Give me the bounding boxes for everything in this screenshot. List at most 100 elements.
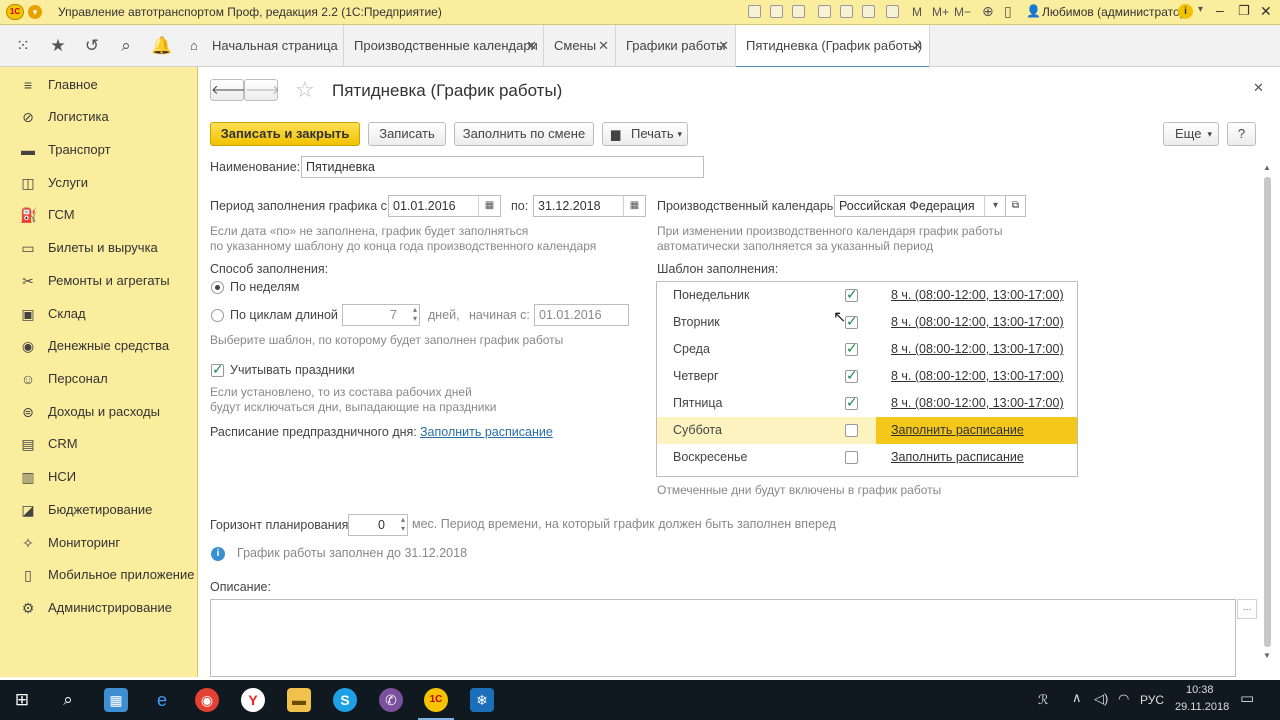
sidebar-item-income[interactable]: ⊜ Доходы и расходы (0, 396, 198, 428)
apps-grid-icon[interactable]: ⁙ (13, 36, 33, 56)
sidebar-item-money[interactable]: ◉ Денежные средства (0, 330, 198, 362)
tab-five-day-schedule[interactable]: Пятидневка (График работы) ✕ (736, 25, 930, 68)
day-checkbox[interactable] (845, 367, 858, 384)
language-indicator[interactable]: РУС (1140, 693, 1164, 707)
stepper-arrows-icon[interactable]: ▴ ▾ (401, 515, 405, 533)
table-row[interactable]: Среда 8 ч. (08:00-12:00, 13:00-17:00) (657, 336, 1077, 363)
folder-icon[interactable]: ▬ (287, 688, 311, 712)
method-weeks-label[interactable]: По неделям (230, 280, 299, 294)
close-tab-icon[interactable]: ✕ (598, 25, 609, 67)
search-icon[interactable]: ⌕ (116, 36, 136, 56)
calendar-select[interactable]: Российская Федерация ▾ (834, 195, 1007, 217)
memory-mplus-icon[interactable]: M+ (932, 5, 949, 19)
scroll-down-icon[interactable]: ▼ (1263, 651, 1271, 660)
close-tab-icon[interactable]: ✕ (718, 25, 729, 67)
table-row[interactable]: Вторник 8 ч. (08:00-12:00, 13:00-17:00) (657, 309, 1077, 336)
scrollbar[interactable]: ▲ ▼ (1263, 163, 1272, 663)
chevron-down-icon[interactable]: ▾ (984, 196, 1006, 216)
description-edit-button[interactable]: ... (1237, 599, 1257, 619)
day-schedule-link[interactable]: 8 ч. (08:00-12:00, 13:00-17:00) (891, 396, 1064, 410)
day-schedule-link[interactable]: 8 ч. (08:00-12:00, 13:00-17:00) (891, 369, 1064, 383)
toolbar-icon[interactable] (748, 5, 761, 18)
sidebar-item-mobile[interactable]: ▯ Мобильное приложение (0, 559, 198, 591)
user-name[interactable]: Любимов (администратор) (1042, 5, 1190, 19)
close-form-icon[interactable]: ✕ (1253, 80, 1264, 96)
holidays-checkbox[interactable] (211, 361, 224, 378)
fill-by-shift-button[interactable]: Заполнить по смене (454, 122, 594, 146)
calendar-icon[interactable]: ▦ (623, 196, 645, 216)
search-icon[interactable]: ⌕ (56, 688, 80, 712)
print-button[interactable]: ▆ Печать ▾ (602, 122, 688, 146)
method-cycles-label[interactable]: По циклам длиной (230, 308, 338, 322)
more-button[interactable]: Еще ▾ (1163, 122, 1219, 146)
preholiday-fill-link[interactable]: Заполнить расписание (420, 425, 553, 439)
radio-weeks[interactable] (211, 281, 224, 294)
yandex-browser-icon[interactable]: Y (241, 688, 265, 712)
table-row[interactable]: Четверг 8 ч. (08:00-12:00, 13:00-17:00) (657, 363, 1077, 390)
sidebar-item-logistics[interactable]: ⊘ Логистика (0, 101, 198, 133)
cycle-length-stepper[interactable]: 7 ▴ ▾ (342, 304, 420, 326)
back-button[interactable]: 🡐 (210, 79, 246, 101)
day-checkbox[interactable] (845, 424, 858, 437)
period-to-input[interactable]: 31.12.2018 ▦ (533, 195, 646, 217)
clock-time[interactable]: 10:38 (1186, 684, 1214, 696)
sidebar-item-monitoring[interactable]: ✧ Мониторинг (0, 527, 198, 559)
help-button[interactable]: ? (1227, 122, 1256, 146)
tab-shifts[interactable]: Смены ✕ (544, 25, 616, 67)
save-button[interactable]: Записать (368, 122, 446, 146)
table-icon[interactable] (886, 5, 899, 18)
chevron-down-icon[interactable]: ▾ (1198, 4, 1203, 15)
sidebar-item-budget[interactable]: ◪ Бюджетирование (0, 494, 198, 526)
explorer-app-icon[interactable]: ▦ (104, 688, 128, 712)
chevron-up-icon[interactable]: ∧ (1072, 690, 1082, 706)
table-row[interactable]: Суббота Заполнить расписание (657, 417, 1077, 444)
sidebar-item-repairs[interactable]: ✂ Ремонты и агрегаты (0, 265, 198, 297)
day-schedule-link[interactable]: Заполнить расписание (891, 423, 1024, 437)
toolbar-icon[interactable] (770, 5, 783, 18)
holidays-label[interactable]: Учитывать праздники (230, 363, 355, 377)
close-tab-icon[interactable]: ✕ (912, 25, 923, 67)
stepper-arrows-icon[interactable]: ▴ ▾ (413, 305, 417, 323)
day-checkbox[interactable] (845, 340, 858, 357)
close-window-icon[interactable]: ✕ (1260, 3, 1272, 20)
bell-icon[interactable]: 🔔 (151, 36, 172, 56)
app-logo-icon[interactable]: 1С (6, 4, 24, 20)
day-checkbox[interactable] (845, 394, 858, 411)
table-row[interactable]: Пятница 8 ч. (08:00-12:00, 13:00-17:00) (657, 390, 1077, 417)
day-schedule-link[interactable]: Заполнить расписание (891, 450, 1024, 464)
tab-home[interactable]: ⌂ Начальная страница (180, 25, 344, 67)
calendar-icon[interactable]: ▦ (478, 196, 500, 216)
chrome-icon[interactable]: ◉ (195, 688, 219, 712)
network-icon[interactable]: ◠ (1118, 691, 1129, 707)
viber-icon[interactable]: ✆ (379, 688, 403, 712)
1c-app-icon[interactable]: 1С (424, 688, 448, 712)
info-icon[interactable]: i (1178, 4, 1193, 19)
sidebar-item-crm[interactable]: ▤ CRM (0, 428, 198, 460)
sidebar-item-transport[interactable]: ▬ Транспорт (0, 134, 198, 166)
day-checkbox[interactable] (845, 313, 858, 330)
edge-icon[interactable]: e (150, 688, 174, 712)
close-tab-icon[interactable]: ✕ (526, 25, 537, 67)
windows-start-icon[interactable]: ⊞ (10, 688, 34, 712)
skype-icon[interactable]: S (333, 688, 357, 712)
scrollbar-thumb[interactable] (1264, 177, 1271, 647)
snowflake-app-icon[interactable]: ❄ (470, 688, 494, 712)
sidebar-item-fuel[interactable]: ⛽ ГСМ (0, 199, 198, 231)
tab-work-schedules[interactable]: Графики работы ✕ (616, 25, 736, 67)
day-checkbox[interactable] (845, 451, 858, 464)
sidebar-item-tickets[interactable]: ▭ Билеты и выручка (0, 232, 198, 264)
sidebar-item-services[interactable]: ◫ Услуги (0, 167, 198, 199)
minimize-icon[interactable]: – (1216, 2, 1224, 18)
name-input[interactable]: Пятидневка (301, 156, 704, 178)
people-icon[interactable]: ℛ (1038, 692, 1048, 708)
forward-button[interactable]: 🡒 (244, 79, 280, 101)
table-row[interactable]: Воскресенье Заполнить расписание (657, 444, 1077, 471)
save-and-close-button[interactable]: Записать и закрыть (210, 122, 360, 146)
description-textarea[interactable] (210, 599, 1236, 677)
toolbar-icon[interactable] (840, 5, 853, 18)
horizon-stepper[interactable]: 0 ▴ ▾ (348, 514, 408, 536)
memory-mminus-icon[interactable]: M− (954, 5, 971, 19)
day-schedule-link[interactable]: 8 ч. (08:00-12:00, 13:00-17:00) (891, 288, 1064, 302)
start-date-input[interactable]: 01.01.2016 (534, 304, 629, 326)
day-schedule-link[interactable]: 8 ч. (08:00-12:00, 13:00-17:00) (891, 342, 1064, 356)
